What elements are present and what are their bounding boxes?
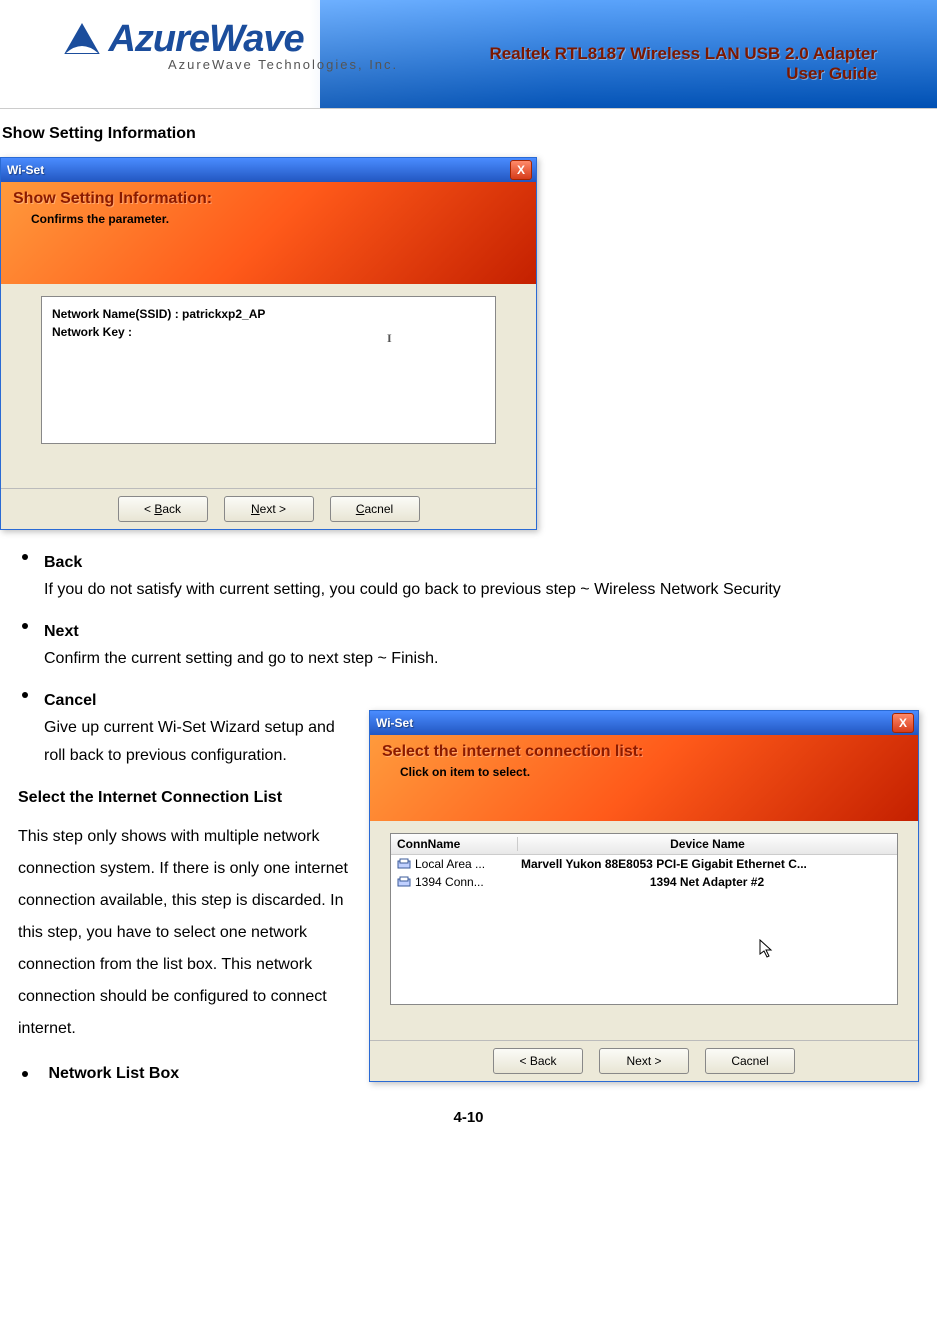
text-cursor-icon: I [387, 329, 392, 347]
device-name: 1394 Net Adapter #2 [517, 875, 897, 889]
dialog-body: Network Name(SSID) : patrickxp2_AP Netwo… [1, 284, 536, 488]
section-select-internet-heading: Select the Internet Connection List [18, 789, 355, 807]
bullet-back-body: If you do not satisfy with current setti… [44, 576, 919, 605]
bullet-netlist: Network List Box [18, 1065, 355, 1083]
next-button[interactable]: Next > [224, 496, 314, 522]
dialog-body: ConnName Device Name Local Area ... Marv… [370, 821, 918, 1040]
bullet-netlist-title: Network List Box [48, 1065, 179, 1082]
dialog-footer: < Back Next > Cacnel [370, 1040, 918, 1081]
bullet-marker-icon [22, 623, 28, 629]
bullet-next: Next Confirm the current setting and go … [18, 623, 919, 674]
bullet-marker-icon [22, 692, 28, 698]
logo-main-text: AzureWave [108, 18, 303, 61]
connection-list[interactable]: ConnName Device Name Local Area ... Marv… [390, 833, 898, 1005]
dialog-header-subtitle: Click on item to select. [400, 765, 906, 779]
column-devicename: Device Name [518, 837, 897, 851]
definition-list: Back If you do not satisfy with current … [0, 554, 937, 1083]
page-number: 4-10 [0, 1109, 937, 1136]
close-icon: X [517, 163, 525, 177]
device-name: Marvell Yukon 88E8053 PCI-E Gigabit Ethe… [517, 857, 897, 871]
bullet-next-title: Next [44, 623, 919, 641]
info-ssid: Network Name(SSID) : patrickxp2_AP [52, 305, 485, 323]
back-button[interactable]: < Back [118, 496, 208, 522]
dialog-header: Select the internet connection list: Cli… [370, 735, 918, 821]
page-header: AzureWave AzureWave Technologies, Inc. R… [0, 0, 937, 109]
info-netkey: Network Key : [52, 323, 485, 341]
dialog-header-title: Show Setting Information: [13, 190, 524, 208]
dialog-footer: < Back Next > Cacnel [1, 488, 536, 529]
dialog-title: Wi-Set [7, 163, 44, 177]
page-content: Show Setting Information Wi-Set X Show S… [0, 109, 937, 1152]
cancel-button[interactable]: Cacnel [330, 496, 420, 522]
dialog-title: Wi-Set [376, 716, 413, 730]
dialog-header: Show Setting Information: Confirms the p… [1, 182, 536, 284]
dialog-header-title: Select the internet connection list: [382, 743, 906, 761]
product-line-1: Realtek RTL8187 Wireless LAN USB 2.0 Ada… [489, 44, 877, 63]
mouse-cursor-icon [759, 939, 773, 959]
dialog-select-connection: Wi-Set X Select the internet connection … [369, 710, 919, 1082]
bullet-marker-icon [22, 554, 28, 560]
close-icon: X [899, 716, 907, 730]
bullet-back-title: Back [44, 554, 919, 572]
dialog-header-subtitle: Confirms the parameter. [31, 212, 524, 226]
azurewave-logo-icon [62, 19, 104, 61]
bullet-next-body: Confirm the current setting and go to ne… [44, 645, 919, 674]
dialog-titlebar[interactable]: Wi-Set X [1, 158, 536, 182]
close-button[interactable]: X [510, 160, 532, 180]
bullet-marker-icon [22, 1071, 28, 1077]
dialog-show-setting: Wi-Set X Show Setting Information: Confi… [0, 157, 537, 530]
cancel-button[interactable]: Cacnel [705, 1048, 795, 1074]
section-show-setting-heading: Show Setting Information [0, 125, 937, 143]
list-row[interactable]: Local Area ... Marvell Yukon 88E8053 PCI… [391, 855, 897, 873]
cancel-and-dialog-row: Cancel Give up current Wi-Set Wizard set… [18, 692, 919, 1084]
conn-name: Local Area ... [415, 857, 485, 871]
bullet-back: Back If you do not satisfy with current … [18, 554, 919, 605]
conn-name: 1394 Conn... [415, 875, 484, 889]
bullet-cancel-title: Cancel [44, 692, 355, 710]
product-title: Realtek RTL8187 Wireless LAN USB 2.0 Ada… [489, 44, 877, 84]
section-select-internet-body: This step only shows with multiple netwo… [18, 821, 355, 1045]
next-button[interactable]: Next > [599, 1048, 689, 1074]
network-icon [397, 858, 411, 870]
close-button[interactable]: X [892, 713, 914, 733]
column-connname: ConnName [391, 837, 518, 851]
bullet-cancel-body: Give up current Wi-Set Wizard setup and … [44, 714, 355, 772]
back-button[interactable]: < Back [493, 1048, 583, 1074]
bullet-cancel: Cancel Give up current Wi-Set Wizard set… [18, 692, 355, 772]
setting-info-box[interactable]: Network Name(SSID) : patrickxp2_AP Netwo… [41, 296, 496, 444]
list-row[interactable]: 1394 Conn... 1394 Net Adapter #2 [391, 873, 897, 891]
list-header: ConnName Device Name [391, 834, 897, 855]
dialog-titlebar[interactable]: Wi-Set X [370, 711, 918, 735]
product-line-2: User Guide [786, 64, 877, 83]
network-icon [397, 876, 411, 888]
